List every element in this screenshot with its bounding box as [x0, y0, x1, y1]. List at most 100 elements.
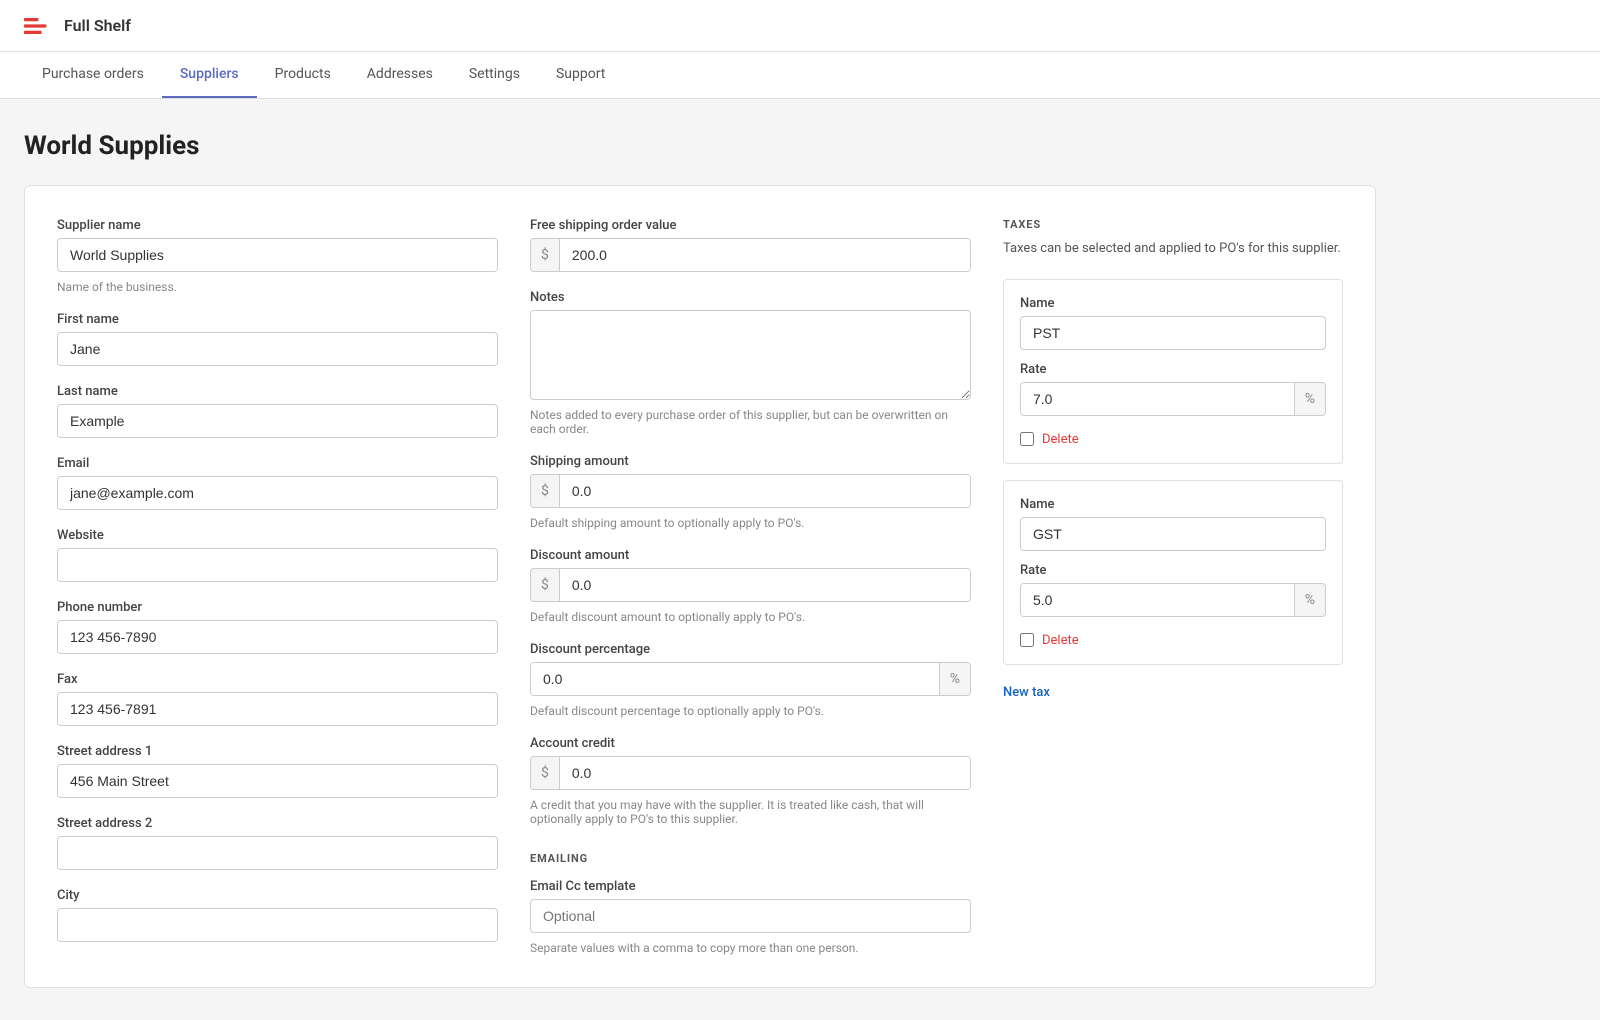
discount-pct-suffix: %: [939, 663, 970, 695]
shipping-prefix: $: [531, 475, 560, 507]
phone-group: Phone number: [57, 600, 498, 654]
tax-1-rate-label: Rate: [1020, 362, 1326, 377]
account-credit-input[interactable]: [560, 757, 970, 789]
website-label: Website: [57, 528, 498, 543]
website-group: Website: [57, 528, 498, 582]
notes-textarea[interactable]: [530, 310, 971, 400]
nav-tabs: Purchase orders Suppliers Products Addre…: [0, 52, 1600, 99]
notes-group: Notes Notes added to every purchase orde…: [530, 290, 971, 436]
taxes-section: TAXES Taxes can be selected and applied …: [1003, 218, 1343, 955]
city-label: City: [57, 888, 498, 903]
tab-suppliers[interactable]: Suppliers: [162, 52, 257, 98]
street2-label: Street address 2: [57, 816, 498, 831]
last-name-group: Last name: [57, 384, 498, 438]
website-input[interactable]: [57, 548, 498, 582]
tax-1-rate-group: Rate %: [1020, 362, 1326, 416]
shipping-amount-input[interactable]: [560, 475, 970, 507]
new-tax-button[interactable]: New tax: [1003, 685, 1050, 700]
shipping-amount-hint: Default shipping amount to optionally ap…: [530, 516, 971, 530]
discount-pct-wrapper: %: [530, 662, 971, 696]
discount-amount-group: Discount amount $ Default discount amoun…: [530, 548, 971, 624]
city-group: City: [57, 888, 498, 942]
tax-1-delete-row: Delete: [1020, 432, 1326, 447]
discount-amount-label: Discount amount: [530, 548, 971, 563]
tax-1-name-input[interactable]: [1020, 316, 1326, 350]
tax-row-2: Name Rate % Delete: [1020, 497, 1326, 648]
taxes-title: TAXES: [1003, 218, 1343, 231]
first-name-group: First name: [57, 312, 498, 366]
tax-2-delete-label[interactable]: Delete: [1042, 633, 1079, 648]
tax-row-1: Name Rate % Delete: [1020, 296, 1326, 447]
account-credit-wrapper: $: [530, 756, 971, 790]
first-name-label: First name: [57, 312, 498, 327]
discount-amount-hint: Default discount amount to optionally ap…: [530, 610, 971, 624]
shipping-amount-wrapper: $: [530, 474, 971, 508]
street1-label: Street address 1: [57, 744, 498, 759]
app-logo-icon: [24, 14, 56, 38]
discount-prefix: $: [531, 569, 560, 601]
tax-1-rate-suffix: %: [1294, 383, 1325, 415]
phone-label: Phone number: [57, 600, 498, 615]
app-name: Full Shelf: [64, 16, 131, 35]
tax-1-delete-checkbox[interactable]: [1020, 432, 1034, 446]
free-shipping-prefix: $: [531, 239, 560, 271]
discount-amount-wrapper: $: [530, 568, 971, 602]
tax-2-rate-input[interactable]: [1021, 584, 1294, 616]
tax-1-name-group: Name: [1020, 296, 1326, 350]
email-input[interactable]: [57, 476, 498, 510]
shipping-amount-label: Shipping amount: [530, 454, 971, 469]
account-credit-prefix: $: [531, 757, 560, 789]
top-bar: Full Shelf: [0, 0, 1600, 52]
tax-2-delete-checkbox[interactable]: [1020, 633, 1034, 647]
last-name-input[interactable]: [57, 404, 498, 438]
tax-2-delete-row: Delete: [1020, 633, 1326, 648]
tab-purchase-orders[interactable]: Purchase orders: [24, 52, 162, 98]
supplier-name-group: Supplier name Name of the business.: [57, 218, 498, 294]
supplier-name-input[interactable]: [57, 238, 498, 272]
tax-1-rate-wrapper: %: [1020, 382, 1326, 416]
street2-input[interactable]: [57, 836, 498, 870]
tax-2-name-label: Name: [1020, 497, 1326, 512]
supplier-name-hint: Name of the business.: [57, 280, 498, 294]
tax-2-rate-suffix: %: [1294, 584, 1325, 616]
account-credit-group: Account credit $ A credit that you may h…: [530, 736, 971, 826]
discount-pct-input[interactable]: [531, 663, 939, 695]
first-name-input[interactable]: [57, 332, 498, 366]
tax-1-rate-input[interactable]: [1021, 383, 1294, 415]
fax-group: Fax: [57, 672, 498, 726]
taxes-description: Taxes can be selected and applied to PO'…: [1003, 239, 1343, 259]
discount-amount-input[interactable]: [560, 569, 970, 601]
emailing-title: EMAILING: [530, 852, 971, 865]
tab-products[interactable]: Products: [257, 52, 349, 98]
street1-input[interactable]: [57, 764, 498, 798]
tax-1-name-label: Name: [1020, 296, 1326, 311]
tax-2-rate-group: Rate %: [1020, 563, 1326, 617]
tax-2-name-input[interactable]: [1020, 517, 1326, 551]
tax-1-delete-label[interactable]: Delete: [1042, 432, 1079, 447]
tax-2-name-group: Name: [1020, 497, 1326, 551]
tax-2-rate-wrapper: %: [1020, 583, 1326, 617]
free-shipping-group: Free shipping order value $: [530, 218, 971, 272]
fax-label: Fax: [57, 672, 498, 687]
phone-input[interactable]: [57, 620, 498, 654]
street2-group: Street address 2: [57, 816, 498, 870]
email-cc-label: Email Cc template: [530, 879, 971, 894]
left-form-section: Supplier name Name of the business. Firs…: [57, 218, 498, 955]
account-credit-hint: A credit that you may have with the supp…: [530, 798, 971, 826]
city-input[interactable]: [57, 908, 498, 942]
notes-hint: Notes added to every purchase order of t…: [530, 408, 971, 436]
fax-input[interactable]: [57, 692, 498, 726]
free-shipping-input[interactable]: [560, 239, 970, 271]
discount-pct-hint: Default discount percentage to optionall…: [530, 704, 971, 718]
discount-pct-group: Discount percentage % Default discount p…: [530, 642, 971, 718]
email-label: Email: [57, 456, 498, 471]
email-cc-input[interactable]: [530, 899, 971, 933]
email-cc-hint: Separate values with a comma to copy mor…: [530, 941, 971, 955]
tab-settings[interactable]: Settings: [451, 52, 538, 98]
free-shipping-input-wrapper: $: [530, 238, 971, 272]
tab-support[interactable]: Support: [538, 52, 623, 98]
tab-addresses[interactable]: Addresses: [349, 52, 451, 98]
logo-area: Full Shelf: [24, 14, 131, 38]
shipping-amount-group: Shipping amount $ Default shipping amoun…: [530, 454, 971, 530]
email-cc-group: Email Cc template Separate values with a…: [530, 879, 971, 955]
